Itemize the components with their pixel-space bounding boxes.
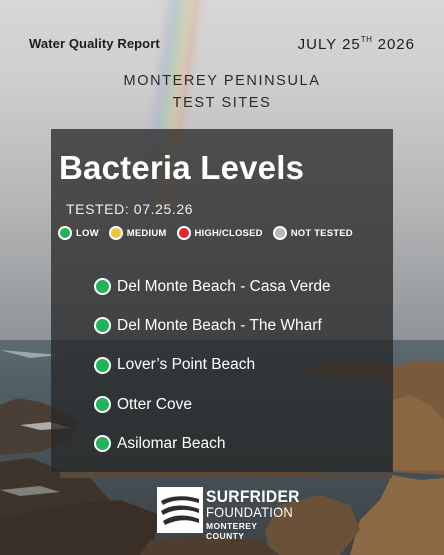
site-name: Del Monte Beach - The Wharf bbox=[117, 316, 322, 334]
red-dot-icon bbox=[176, 226, 191, 240]
status-dot-icon bbox=[94, 278, 111, 296]
legend-item-not-tested: NOT TESTED bbox=[272, 226, 353, 240]
panel-title: Bacteria Levels bbox=[59, 149, 305, 186]
status-dot-icon bbox=[94, 435, 111, 453]
site-item: Otter Cove bbox=[94, 385, 331, 424]
tested-date: TESTED: 07.25.26 bbox=[66, 201, 194, 217]
site-name: Lover’s Point Beach bbox=[117, 356, 256, 374]
subtitle-line-1: MONTEREY PENINSULA bbox=[123, 73, 321, 89]
legend: LOW MEDIUM HIGH/CLOSED NOT TESTED bbox=[58, 226, 393, 240]
legend-item-medium: MEDIUM bbox=[108, 226, 167, 240]
bacteria-panel: Bacteria Levels TESTED: 07.25.26 LOW MED… bbox=[51, 129, 393, 472]
legend-label: LOW bbox=[76, 227, 99, 239]
report-title: Water Quality Report bbox=[29, 36, 160, 51]
site-item: Del Monte Beach - Casa Verde bbox=[94, 267, 331, 306]
site-name: Asilomar Beach bbox=[117, 434, 226, 452]
legend-item-high-closed: HIGH/CLOSED bbox=[176, 226, 263, 240]
status-dot-icon bbox=[94, 356, 111, 374]
region-subtitle: MONTEREY PENINSULA TEST SITES bbox=[0, 70, 444, 114]
logo-line-3: MONTEREY COUNTY bbox=[206, 521, 258, 541]
legend-label: MEDIUM bbox=[126, 227, 167, 239]
status-dot-icon bbox=[94, 396, 111, 414]
site-item: Lover’s Point Beach bbox=[94, 346, 331, 385]
legend-item-low: LOW bbox=[58, 226, 99, 240]
green-dot-icon bbox=[58, 226, 72, 240]
report-date: JULY 25TH 2026 bbox=[298, 35, 415, 53]
subtitle-line-2: TEST SITES bbox=[172, 95, 272, 111]
date-month-day: JULY 25 bbox=[297, 36, 361, 53]
site-list: Del Monte Beach - Casa Verde Del Monte B… bbox=[94, 267, 331, 463]
date-year: 2026 bbox=[377, 36, 415, 53]
legend-label: NOT TESTED bbox=[290, 227, 353, 239]
wave-icon bbox=[157, 487, 203, 533]
logo-line-2: FOUNDATION bbox=[206, 504, 293, 520]
yellow-dot-icon bbox=[108, 226, 123, 240]
gray-dot-icon bbox=[272, 226, 287, 240]
site-name: Otter Cove bbox=[117, 395, 192, 413]
status-dot-icon bbox=[94, 317, 111, 335]
surfrider-logo: SURFRIDER FOUNDATION MONTEREY COUNTY bbox=[157, 487, 299, 541]
site-item: Asilomar Beach bbox=[94, 424, 331, 463]
legend-label: HIGH/CLOSED bbox=[194, 227, 263, 239]
date-ordinal: TH bbox=[360, 35, 373, 44]
site-name: Del Monte Beach - Casa Verde bbox=[117, 277, 331, 295]
site-item: Del Monte Beach - The Wharf bbox=[94, 306, 331, 345]
